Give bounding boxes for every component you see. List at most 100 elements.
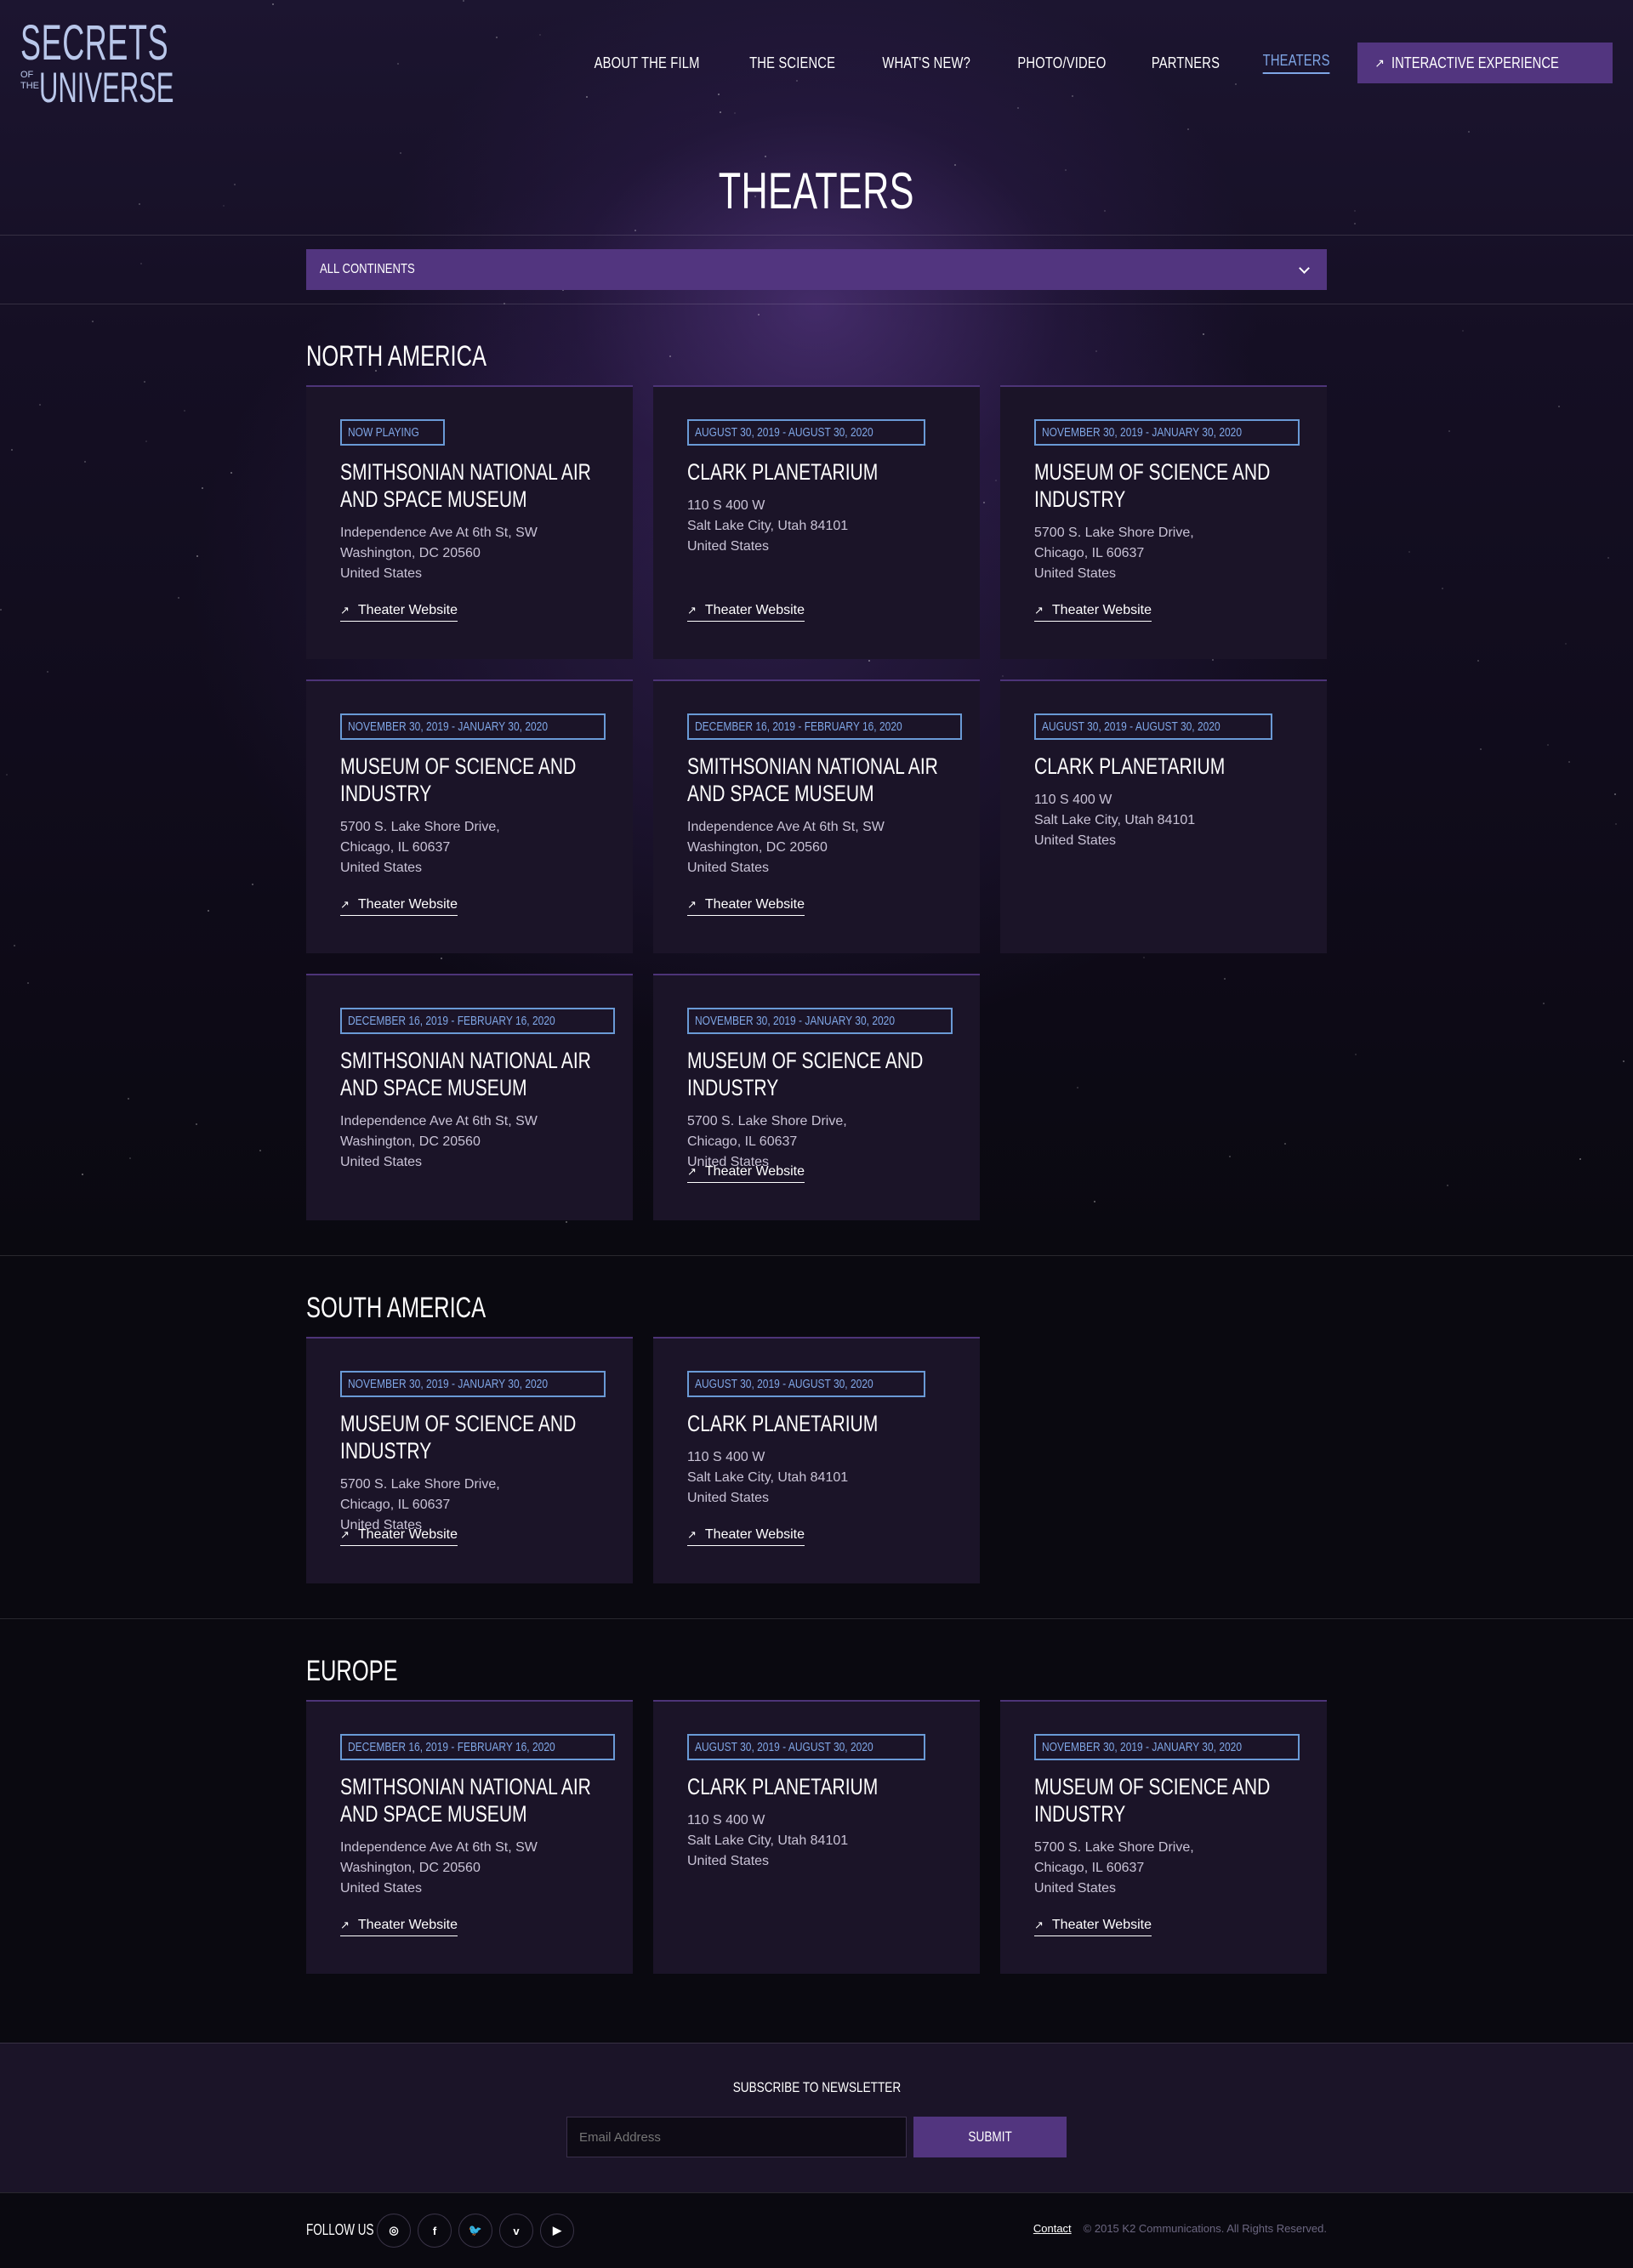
address-line: United States xyxy=(687,1491,770,1505)
twitter-icon[interactable]: 🐦 xyxy=(458,2214,492,2248)
arrow-up-right-icon: ↗ xyxy=(340,1918,350,1931)
theater-website-link[interactable]: ↗ Theater Website xyxy=(687,603,805,622)
star xyxy=(1547,744,1549,746)
interactive-experience-button[interactable]: ↗ INTERACTIVE EXPERIENCE xyxy=(1357,43,1613,83)
theater-name: MUSEUM OF SCIENCE AND INDUSTRY xyxy=(687,1048,924,1100)
nav-photo-video[interactable]: PHOTO/VIDEO xyxy=(1017,54,1106,72)
theater-name: CLARK PLANETARIUM xyxy=(687,459,879,485)
site-header: SECRETS OF THE UNIVERSE ABOUT THE FILM T… xyxy=(0,0,1633,128)
site-logo[interactable]: SECRETS OF THE UNIVERSE xyxy=(20,19,174,110)
theater-address: 110 S 400 W Salt Lake City, Utah 84101 Uni… xyxy=(687,496,946,557)
theater-address: 5700 S. Lake Shore Drive, Chicago, IL 606… xyxy=(1034,523,1293,584)
theater-card: AUGUST 30, 2019 - AUGUST 30, 2020 CLARK P… xyxy=(653,385,980,659)
address-line: 5700 S. Lake Shore Drive, xyxy=(1034,1840,1194,1855)
nav-theaters[interactable]: THEATERS xyxy=(1262,52,1330,74)
divider xyxy=(0,235,1633,236)
nav-whats-new[interactable]: WHAT'S NEW? xyxy=(882,54,970,72)
theater-name: CLARK PLANETARIUM xyxy=(687,1774,879,1799)
theater-website-link[interactable]: ↗ Theater Website xyxy=(340,1918,458,1936)
star xyxy=(178,597,179,599)
theater-card: NOVEMBER 30, 2019 - JANUARY 30, 2020 MUSE… xyxy=(306,1337,633,1583)
theater-card: NOW PLAYING SMITHSONIAN NATIONAL AIR AND … xyxy=(306,385,633,659)
section-title-text: NORTH AMERICA xyxy=(306,340,487,372)
main-nav: ABOUT THE FILM THE SCIENCE WHAT'S NEW? P… xyxy=(555,43,1613,83)
star xyxy=(14,945,15,946)
theater-card: NOVEMBER 30, 2019 - JANUARY 30, 2020 MUSE… xyxy=(1000,1700,1327,1974)
section-title: SOUTH AMERICA xyxy=(306,1292,545,1325)
star xyxy=(1614,793,1616,795)
link-label: Theater Website xyxy=(357,1918,458,1932)
nav-the-science[interactable]: THE SCIENCE xyxy=(749,54,835,72)
star xyxy=(1462,330,1464,332)
cta-label: INTERACTIVE EXPERIENCE xyxy=(1391,54,1559,71)
facebook-icon[interactable]: f xyxy=(418,2214,452,2248)
arrow-up-right-icon: ↗ xyxy=(1034,604,1044,617)
theater-website-link[interactable]: ↗ Theater Website xyxy=(687,1164,805,1183)
nav-partners[interactable]: PARTNERS xyxy=(1152,54,1220,72)
theater-name: MUSEUM OF SCIENCE AND INDUSTRY xyxy=(1034,459,1271,512)
theater-website-link[interactable]: ↗ Theater Website xyxy=(1034,603,1152,622)
address-line: Independence Ave At 6th St, SW xyxy=(340,526,538,540)
star xyxy=(1077,1087,1078,1089)
star xyxy=(47,671,48,673)
date-badge: NOVEMBER 30, 2019 - JANUARY 30, 2020 xyxy=(687,1008,953,1034)
date-badge: AUGUST 30, 2019 - AUGUST 30, 2020 xyxy=(687,1734,926,1760)
star xyxy=(765,156,766,157)
date-badge-text: DECEMBER 16, 2019 - FEBRUARY 16, 2020 xyxy=(348,1740,555,1754)
continent-filter-select[interactable]: ALL CONTINENTS xyxy=(306,249,1327,290)
star xyxy=(1480,748,1482,750)
email-field[interactable] xyxy=(566,2117,907,2157)
theater-card: AUGUST 30, 2019 - AUGUST 30, 2020 CLARK P… xyxy=(653,1337,980,1583)
address-line: United States xyxy=(1034,833,1117,848)
address-line: 110 S 400 W xyxy=(687,1813,765,1827)
section-title-text: EUROPE xyxy=(306,1655,398,1687)
address-line: Chicago, IL 60637 xyxy=(687,1134,798,1149)
theater-card: AUGUST 30, 2019 - AUGUST 30, 2020 CLARK P… xyxy=(653,1700,980,1974)
theater-website-link[interactable]: ↗ Theater Website xyxy=(340,897,458,916)
divider xyxy=(0,1255,1633,1256)
date-badge-text: NOVEMBER 30, 2019 - JANUARY 30, 2020 xyxy=(348,719,549,734)
date-badge: DECEMBER 16, 2019 - FEBRUARY 16, 2020 xyxy=(687,713,962,740)
star xyxy=(1284,1143,1286,1145)
theater-name: SMITHSONIAN NATIONAL AIR AND SPACE MUSEU… xyxy=(687,753,938,806)
filter-selected-value: ALL CONTINENTS xyxy=(320,262,415,276)
theater-card: AUGUST 30, 2019 - AUGUST 30, 2020 CLARK P… xyxy=(1000,679,1327,953)
submit-label: SUBMIT xyxy=(968,2129,1012,2145)
star xyxy=(11,449,13,451)
theater-name: CLARK PLANETARIUM xyxy=(1034,753,1226,779)
nav-about-the-film[interactable]: ABOUT THE FILM xyxy=(595,54,700,72)
submit-button[interactable]: SUBMIT xyxy=(913,2117,1067,2157)
theater-website-link[interactable]: ↗ Theater Website xyxy=(340,603,458,622)
address-line: Chicago, IL 60637 xyxy=(1034,1861,1145,1875)
instagram-icon[interactable]: ◎ xyxy=(377,2214,411,2248)
newsletter-title-text: SUBSCRIBE TO NEWSLETTER xyxy=(732,2079,901,2095)
star xyxy=(84,461,86,463)
link-label: Theater Website xyxy=(704,603,805,617)
star xyxy=(1615,823,1617,825)
star xyxy=(1558,406,1560,407)
section-title: EUROPE xyxy=(306,1655,429,1688)
link-label: Theater Website xyxy=(704,1164,805,1179)
theater-website-link[interactable]: ↗ Theater Website xyxy=(340,1527,458,1546)
link-label: Theater Website xyxy=(357,603,458,617)
address-line: United States xyxy=(1034,1881,1117,1896)
contact-link[interactable]: Contact xyxy=(1033,2222,1072,2235)
star xyxy=(1442,588,1443,589)
theater-website-link[interactable]: ↗ Theater Website xyxy=(687,1527,805,1546)
theater-website-link[interactable]: ↗ Theater Website xyxy=(687,897,805,916)
theater-website-link[interactable]: ↗ Theater Website xyxy=(1034,1918,1152,1936)
star xyxy=(0,609,2,611)
date-badge-text: AUGUST 30, 2019 - AUGUST 30, 2020 xyxy=(695,425,873,440)
follow-us-text: FOLLOW US xyxy=(306,2221,374,2238)
date-badge-text: DECEMBER 16, 2019 - FEBRUARY 16, 2020 xyxy=(695,719,902,734)
star xyxy=(441,958,442,959)
logo-of: OF xyxy=(20,70,34,80)
vimeo-icon[interactable]: v xyxy=(499,2214,533,2248)
theater-name: SMITHSONIAN NATIONAL AIR AND SPACE MUSEU… xyxy=(340,1774,591,1827)
star xyxy=(1355,1054,1357,1055)
address-line: 5700 S. Lake Shore Drive, xyxy=(687,1114,847,1128)
date-badge: AUGUST 30, 2019 - AUGUST 30, 2020 xyxy=(687,1371,926,1397)
theater-address: 110 S 400 W Salt Lake City, Utah 84101 Uni… xyxy=(687,1810,946,1872)
youtube-icon[interactable]: ▶ xyxy=(540,2214,574,2248)
date-badge-text: AUGUST 30, 2019 - AUGUST 30, 2020 xyxy=(695,1740,873,1754)
